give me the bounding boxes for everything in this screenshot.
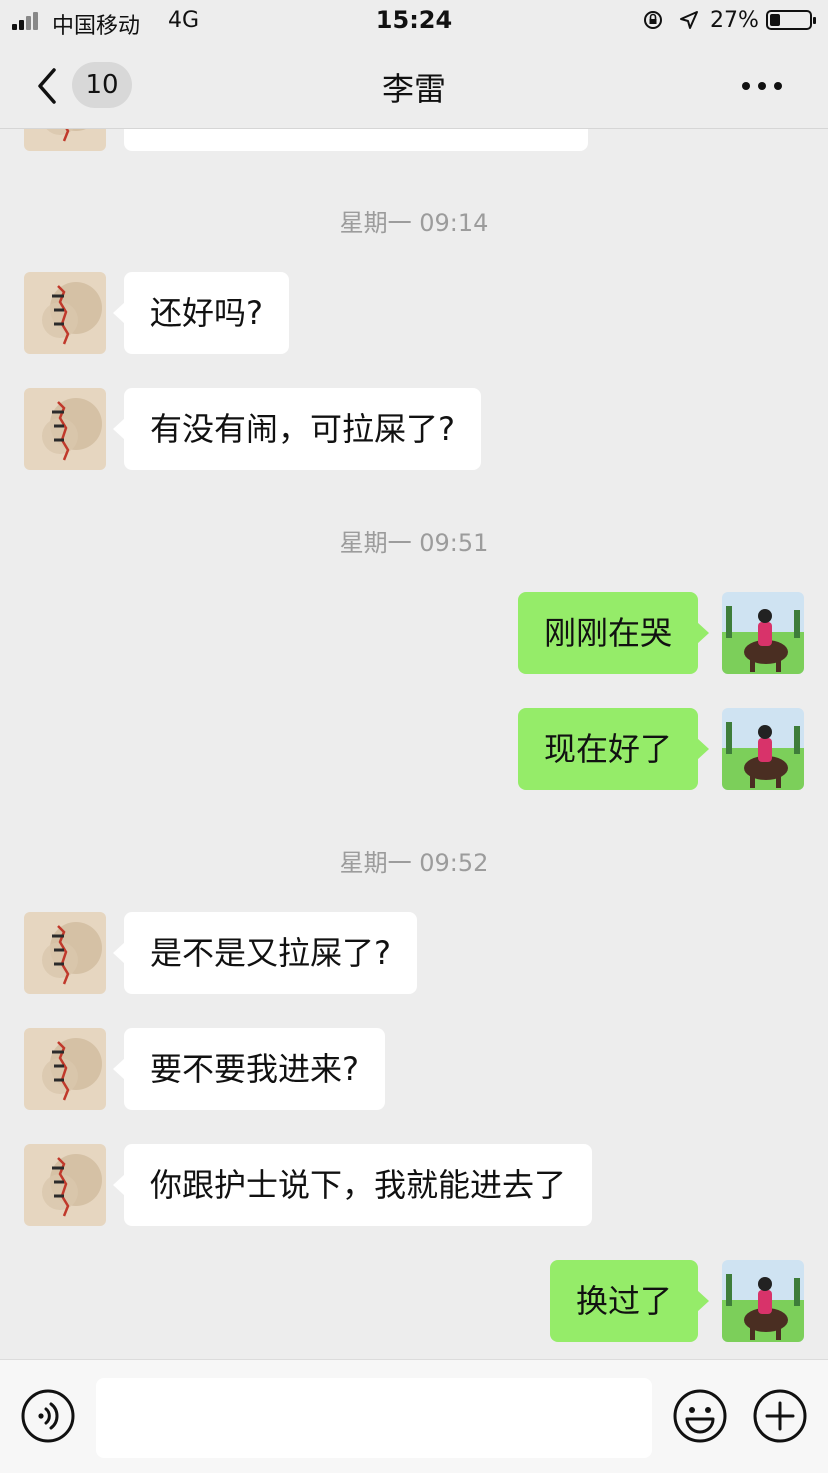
clock: 15:24 [375,6,453,34]
battery-icon [766,10,816,30]
contact-avatar[interactable] [24,1028,106,1110]
user-avatar[interactable] [722,708,804,790]
timestamp: 星期一 09:51 [339,529,489,557]
contact-avatar[interactable] [24,272,106,354]
voice-icon[interactable] [20,1388,76,1444]
contact-avatar[interactable] [24,1144,106,1226]
orientation-lock-icon [644,11,662,29]
contact-avatar[interactable] [24,388,106,470]
timestamp: 星期一 09:14 [339,209,489,237]
message-list[interactable]: 星期一 09:14 还好吗? 有没有闹，可拉屎了? 星期一 09:51 刚刚在哭… [0,129,828,1359]
contact-avatar-picture [24,272,106,354]
input-bar [0,1359,828,1473]
message-bubble-outgoing[interactable]: 换过了 [549,1260,710,1342]
chat-title: 李雷 [381,70,446,108]
user-avatar-picture [722,592,804,674]
status-bar: 中国移动 4G 15:24 27% [0,0,828,42]
message-input[interactable] [96,1378,652,1458]
contact-avatar-picture [24,912,106,994]
battery-fill [770,14,780,26]
message-bubble-incoming[interactable]: 你跟护士说下，我就能进去了 [112,1144,593,1226]
emoji-icon[interactable] [672,1388,728,1444]
contact-avatar-picture [24,129,106,151]
message-bubble-incoming[interactable]: 是不是又拉屎了? [113,912,417,994]
message-bubble-outgoing[interactable]: 刚刚在哭 [517,592,710,674]
more-button[interactable] [742,78,786,92]
contact-avatar-picture [24,1144,106,1226]
message-bubble-outgoing[interactable]: 现在好了 [517,708,710,790]
user-avatar-picture [722,708,804,790]
battery-percent: 27% [710,8,759,33]
contact-avatar-picture [24,1028,106,1110]
user-avatar[interactable] [722,1260,804,1342]
message-bubble-incoming[interactable] [124,129,588,151]
contact-avatar-picture [24,388,106,470]
timestamp: 星期一 09:52 [339,849,489,877]
chat-header: 10 李雷 [0,42,828,129]
message-bubble-incoming[interactable]: 有没有闹，可拉屎了? [113,388,481,470]
location-arrow-icon [680,11,698,29]
user-avatar-picture [722,1260,804,1342]
user-avatar[interactable] [722,592,804,674]
contact-avatar[interactable] [24,129,106,151]
message-bubble-incoming[interactable]: 要不要我进来? [113,1028,385,1110]
message-bubble-incoming[interactable]: 还好吗? [113,272,289,354]
plus-icon[interactable] [752,1388,808,1444]
contact-avatar[interactable] [24,912,106,994]
